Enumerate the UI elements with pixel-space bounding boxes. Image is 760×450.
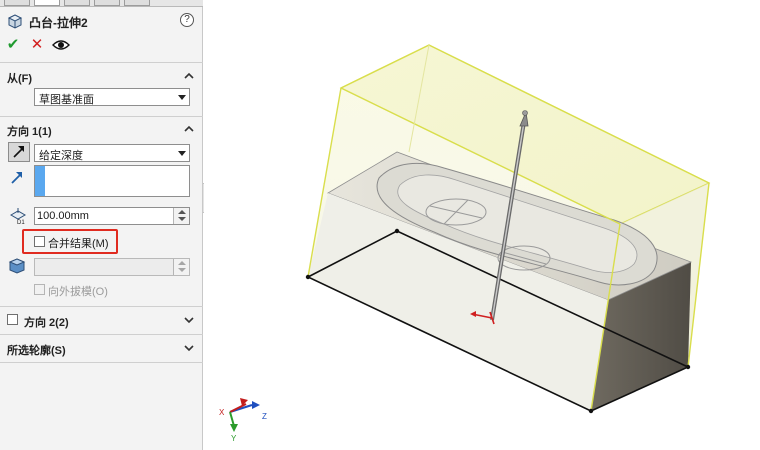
spin-up-icon [178, 261, 186, 265]
depth-value: 100.00mm [37, 210, 89, 222]
direction-selection-box[interactable] [34, 165, 190, 197]
ok-button[interactable]: ✔ [4, 36, 22, 54]
from-start-condition-value: 草图基准面 [39, 94, 94, 106]
draft-angle-spinner [173, 259, 189, 275]
action-row: ✔ ✕ [4, 36, 114, 54]
spin-down-icon[interactable] [178, 217, 186, 221]
separator [0, 306, 203, 307]
property-manager-panel: 凸台-拉伸2 ? ✔ ✕ 从(F) 草图基准面 方向 1(1) 给定深度 D1 … [0, 0, 203, 450]
direction2-checkbox[interactable] [7, 314, 18, 325]
sketch-vertex [588, 408, 594, 414]
dropdown-arrow-icon [178, 151, 186, 156]
sketch-vertex [305, 274, 311, 280]
separator [0, 116, 203, 117]
detailed-preview-button[interactable] [52, 36, 70, 54]
manager-tab-strip [0, 0, 203, 7]
direction2-group-label: 方向 2(2) [24, 317, 69, 329]
selected-contours-label: 所选轮廓(S) [7, 345, 66, 357]
boss-extrude-icon [7, 14, 23, 29]
depth-spinner[interactable] [173, 208, 189, 224]
tab-display-manager[interactable] [124, 0, 150, 6]
depth-icon: D1 [9, 208, 27, 225]
chevron-up-icon[interactable] [183, 123, 195, 135]
selected-contours-group-header[interactable]: 所选轮廓(S) [0, 338, 203, 358]
triad-y-axis [229, 411, 235, 427]
from-group-label: 从(F) [7, 73, 33, 85]
feature-title: 凸台-拉伸2 [29, 16, 88, 30]
selection-highlight [35, 166, 45, 196]
separator [0, 362, 203, 363]
help-icon[interactable]: ? [180, 13, 194, 27]
draft-outward-checkbox [34, 284, 45, 295]
sketch-vertex [685, 364, 691, 370]
separator [0, 62, 203, 63]
triad-z-label: Z [262, 412, 267, 421]
merge-result-annotation-box [22, 229, 118, 254]
tab-property-manager[interactable] [34, 0, 60, 6]
reverse-direction-button[interactable] [8, 142, 30, 162]
chevron-down-icon[interactable] [183, 314, 195, 326]
spin-up-icon[interactable] [178, 210, 186, 214]
end-condition-value: 给定深度 [39, 150, 83, 162]
draft-angle-input [34, 258, 190, 276]
chevron-up-icon[interactable] [183, 70, 195, 82]
cancel-button[interactable]: ✕ [28, 36, 46, 54]
triad-x-label: X [219, 408, 225, 417]
depth-input[interactable]: 100.00mm [34, 207, 190, 225]
from-group-header[interactable]: 从(F) [0, 66, 203, 86]
dropdown-arrow-icon [178, 95, 186, 100]
direction2-group-header[interactable]: 方向 2(2) [0, 310, 203, 330]
spin-down-icon [178, 268, 186, 272]
direction1-group-header[interactable]: 方向 1(1) [0, 119, 203, 139]
tab-dimxpert-manager[interactable] [94, 0, 120, 6]
triad-y-arrow-icon [230, 424, 238, 432]
reference-triad: X Z Y [219, 398, 267, 443]
direction1-group-label: 方向 1(1) [7, 126, 52, 138]
from-start-condition-select[interactable]: 草图基准面 [34, 88, 190, 106]
triad-y-label: Y [231, 434, 237, 443]
tab-feature-manager[interactable] [4, 0, 30, 6]
direction-of-extrusion-icon [11, 172, 22, 184]
graphics-viewport[interactable]: X Z Y [204, 0, 760, 450]
sketch-vertex [394, 228, 400, 234]
chevron-down-icon[interactable] [183, 342, 195, 354]
reverse-direction-icon [13, 146, 24, 158]
separator [0, 334, 203, 335]
tab-configuration-manager[interactable] [64, 0, 90, 6]
svg-text:D1: D1 [17, 220, 25, 225]
triad-z-arrow-icon [252, 401, 260, 409]
end-condition-select[interactable]: 给定深度 [34, 144, 190, 162]
eye-icon [52, 40, 70, 50]
draft-icon[interactable] [7, 256, 27, 274]
draft-outward-label: 向外拔模(O) [48, 286, 108, 298]
drag-handle[interactable] [522, 110, 528, 116]
model-view[interactable]: X Z Y [204, 0, 760, 450]
feature-header: 凸台-拉伸2 ? [4, 12, 200, 30]
